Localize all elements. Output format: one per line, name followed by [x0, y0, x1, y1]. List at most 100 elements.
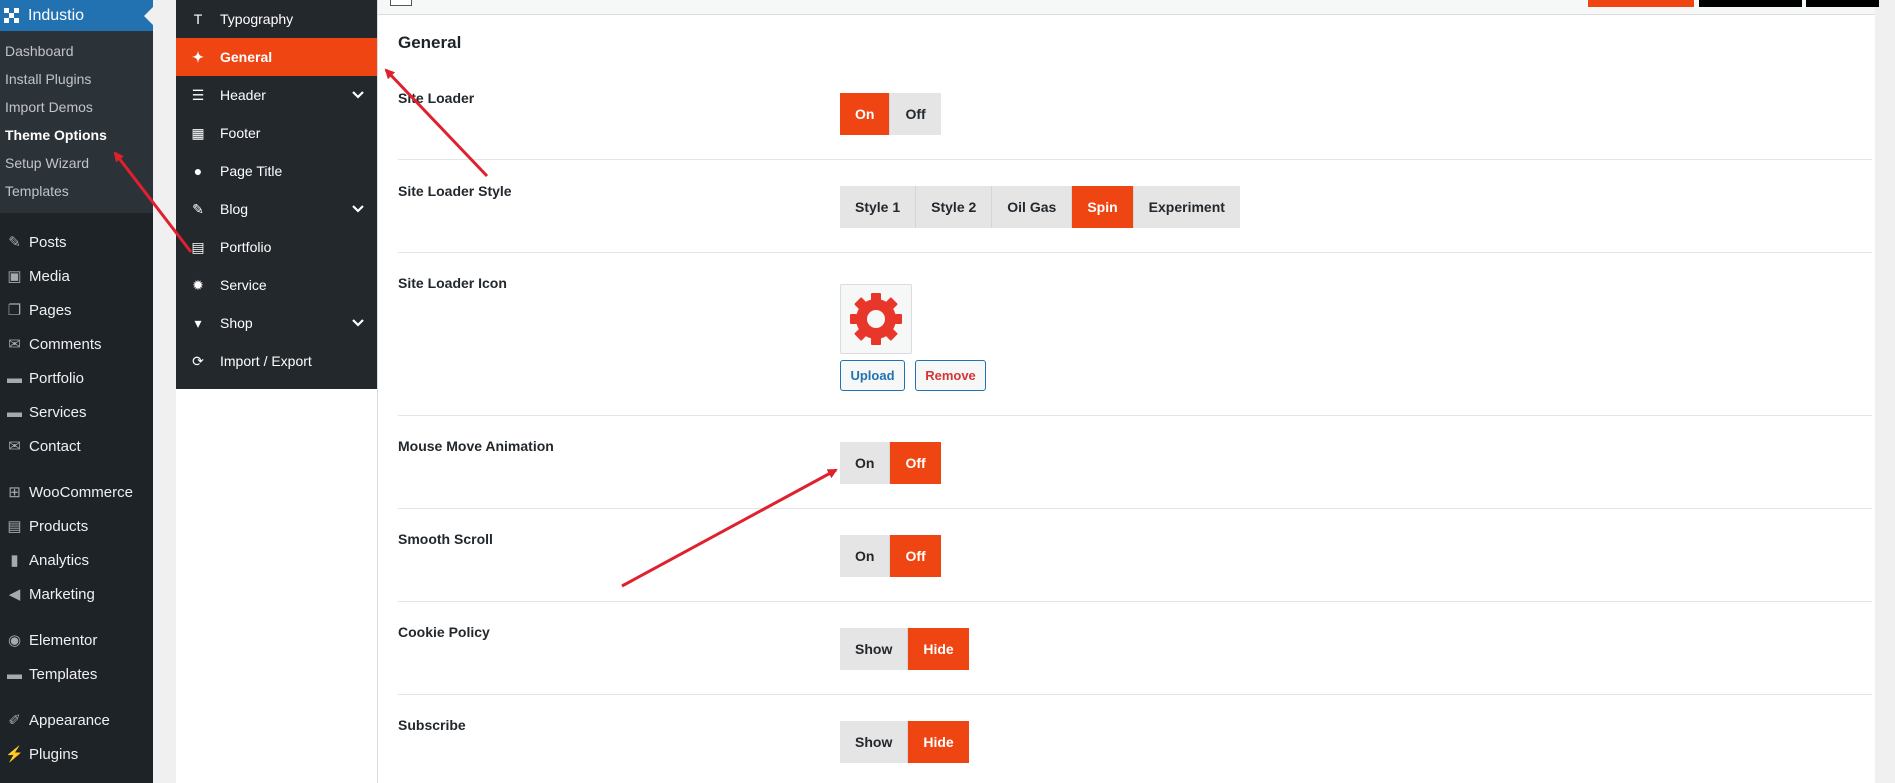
expand-icon[interactable]	[390, 0, 412, 6]
submenu-install-plugins[interactable]: Install Plugins	[0, 65, 153, 93]
cookie-policy-option-hide[interactable]: Hide	[908, 628, 969, 670]
admin-sidebar: Industio Dashboard Install Plugins Impor…	[0, 0, 153, 783]
panel-divider	[377, 0, 378, 783]
current-indicator	[144, 7, 153, 25]
option-subscribe: Subscribe Show Hide	[398, 695, 1872, 783]
mouse-move-animation-option-on[interactable]: On	[840, 442, 891, 484]
subscribe-toggle: Show Hide	[840, 721, 969, 763]
toolbar-button[interactable]	[1699, 0, 1802, 7]
nav-item-portfolio[interactable]: ▤ Portfolio	[176, 228, 377, 266]
sidebar-item-products[interactable]: ▤ Products	[0, 509, 153, 543]
nav-item-label: Portfolio	[220, 239, 272, 255]
option-label: Site Loader Icon	[398, 275, 507, 291]
nav-item-service[interactable]: ✹ Service	[176, 266, 377, 304]
site-loader-style-option-oil-gas[interactable]: Oil Gas	[992, 186, 1073, 228]
sidebar-item-appearance[interactable]: ✐ Appearance	[0, 703, 153, 737]
chevron-down-icon[interactable]	[351, 202, 365, 219]
nav-item-label: Footer	[220, 125, 261, 141]
sidebar-item-label: Analytics	[29, 551, 90, 569]
site-loader-option-off[interactable]: Off	[890, 93, 941, 135]
woo-icon: ⊞	[8, 484, 21, 501]
site-loader-style-option-style-1[interactable]: Style 1	[840, 186, 917, 228]
subscribe-option-show[interactable]: Show	[840, 721, 909, 763]
folder-icon: ▬	[7, 369, 22, 387]
submenu-setup-wizard[interactable]: Setup Wizard	[0, 149, 153, 177]
sidebar-item-templates[interactable]: ▬ Templates	[0, 657, 153, 691]
mouse-move-animation-option-off[interactable]: Off	[890, 442, 941, 484]
indent-icon: ☰	[191, 86, 205, 103]
sidebar-item-label: WooCommerce	[29, 483, 133, 501]
option-label: Cookie Policy	[398, 624, 490, 640]
chevron-down-icon[interactable]	[351, 88, 365, 105]
sidebar-item-marketing[interactable]: ◀ Marketing	[0, 577, 153, 611]
site-loader-style-selector: Style 1 Style 2 Oil Gas Spin Experiment	[840, 186, 1240, 228]
option-mouse-move-animation: Mouse Move Animation On Off	[398, 416, 1872, 509]
nav-item-label: General	[220, 49, 273, 65]
sidebar-item-woocommerce[interactable]: ⊞ WooCommerce	[0, 475, 153, 509]
toolbar-button[interactable]	[1806, 0, 1879, 7]
sidebar-item-label: Media	[29, 267, 70, 285]
sidebar-item-label: Posts	[29, 233, 67, 251]
nav-item-footer[interactable]: ▦ Footer	[176, 114, 377, 152]
option-site-loader-style: Site Loader Style Style 1 Style 2 Oil Gas S…	[398, 160, 1872, 253]
sidebar-item-label: Comments	[29, 335, 102, 353]
option-site-loader: Site Loader On Off	[398, 70, 1872, 160]
save-button[interactable]	[1588, 0, 1694, 7]
option-label: Smooth Scroll	[398, 531, 493, 547]
brush-icon: ✐	[8, 712, 21, 729]
submenu-dashboard[interactable]: Dashboard	[0, 37, 153, 65]
gear-icon	[850, 293, 902, 345]
option-smooth-scroll: Smooth Scroll On Off	[398, 509, 1872, 602]
nav-item-blog[interactable]: ✎ Blog	[176, 190, 377, 228]
sidebar-item-analytics[interactable]: ▮ Analytics	[0, 543, 153, 577]
site-loader-option-on[interactable]: On	[840, 93, 891, 135]
sidebar-item-label: Services	[29, 403, 87, 421]
option-label: Subscribe	[398, 717, 466, 733]
bar-chart-icon: ▮	[10, 552, 19, 569]
sidebar-item-comments[interactable]: ✉ Comments	[0, 327, 153, 361]
nav-item-label: Typography	[220, 11, 294, 27]
sidebar-item-industio[interactable]: Industio	[0, 0, 153, 31]
nav-item-import-export[interactable]: ⟳ Import / Export	[176, 342, 377, 380]
nav-item-typography[interactable]: T Typography	[176, 0, 377, 38]
sidebar-item-pages[interactable]: ❐ Pages	[0, 293, 153, 327]
chevron-down-icon[interactable]	[351, 316, 365, 333]
sidebar-item-label: Plugins	[29, 745, 79, 763]
nav-item-general[interactable]: ✦ General	[176, 38, 377, 76]
loader-icon-preview	[840, 284, 912, 354]
option-site-loader-icon: Site Loader Icon	[398, 253, 1872, 416]
folder-icon: ▬	[7, 665, 22, 683]
remove-button[interactable]: Remove	[915, 360, 986, 391]
nav-item-label: Blog	[220, 201, 249, 217]
section-title: General	[398, 33, 462, 52]
smooth-scroll-option-on[interactable]: On	[840, 535, 891, 577]
wrench-icon: ✦	[192, 48, 204, 65]
sidebar-item-services[interactable]: ▬ Services	[0, 395, 153, 429]
sidebar-item-label: Pages	[29, 301, 72, 319]
site-loader-style-option-style-2[interactable]: Style 2	[916, 186, 993, 228]
upload-button[interactable]: Upload	[840, 360, 905, 391]
submenu-templates[interactable]: Templates	[0, 177, 153, 205]
nav-item-page-title[interactable]: ● Page Title	[176, 152, 377, 190]
cookie-policy-option-show[interactable]: Show	[840, 628, 909, 670]
submenu-import-demos[interactable]: Import Demos	[0, 93, 153, 121]
sidebar-item-portfolio[interactable]: ▬ Portfolio	[0, 361, 153, 395]
site-loader-style-option-spin[interactable]: Spin	[1072, 186, 1134, 228]
layout-icon: ▦	[191, 124, 205, 141]
sidebar-item-label: Marketing	[29, 585, 95, 603]
nav-item-header[interactable]: ☰ Header	[176, 76, 377, 114]
right-gutter	[1875, 0, 1895, 783]
cart-icon: ▾	[194, 314, 202, 331]
sidebar-item-contact[interactable]: ✉ Contact	[0, 429, 153, 463]
smooth-scroll-option-off[interactable]: Off	[890, 535, 941, 577]
sidebar-item-label: Products	[29, 517, 89, 535]
submenu-theme-options[interactable]: Theme Options	[0, 121, 153, 149]
site-loader-style-option-experiment[interactable]: Experiment	[1133, 186, 1240, 228]
subscribe-option-hide[interactable]: Hide	[908, 721, 969, 763]
sidebar-item-posts[interactable]: ✎ Posts	[0, 225, 153, 259]
nav-item-shop[interactable]: ▾ Shop	[176, 304, 377, 342]
pages-icon: ❐	[7, 302, 22, 319]
sidebar-item-plugins[interactable]: ⚡ Plugins	[0, 737, 153, 771]
sidebar-item-elementor[interactable]: ◉ Elementor	[0, 623, 153, 657]
sidebar-item-media[interactable]: ▣ Media	[0, 259, 153, 293]
